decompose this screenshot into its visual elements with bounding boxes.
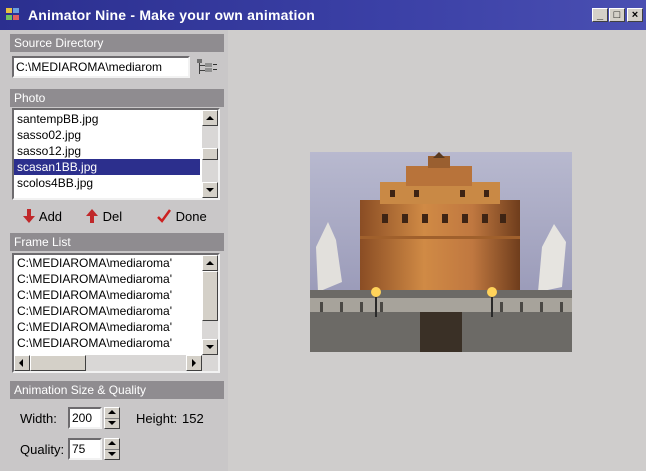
scroll-up-button[interactable] xyxy=(202,110,218,126)
photo-list[interactable]: santempBB.jpg sasso02.jpg sasso12.jpg sc… xyxy=(12,108,220,200)
chevron-up-icon xyxy=(206,116,214,120)
width-stepper[interactable] xyxy=(104,407,120,429)
frame-list-item[interactable]: C:\MEDIAROMA\mediaroma' xyxy=(14,287,200,303)
add-button[interactable]: Add xyxy=(22,206,62,228)
chevron-down-icon xyxy=(108,421,116,425)
photo-list-item[interactable]: santempBB.jpg xyxy=(14,111,200,127)
frame-list-item[interactable]: C:\MEDIAROMA\mediaroma' xyxy=(14,319,200,335)
photo-header: Photo xyxy=(10,89,224,107)
scroll-left-button[interactable] xyxy=(14,355,30,371)
done-button[interactable]: Done xyxy=(156,206,207,228)
frame-list-item[interactable]: C:\MEDIAROMA\mediaroma' xyxy=(14,303,200,319)
app-icon xyxy=(6,8,22,22)
hscroll-thumb[interactable] xyxy=(30,355,86,371)
frame-list-item[interactable]: C:\MEDIAROMA\mediaroma' xyxy=(14,255,200,271)
increment-button[interactable] xyxy=(105,408,119,418)
chevron-left-icon xyxy=(19,359,23,367)
photo-list-item[interactable]: sasso12.jpg xyxy=(14,143,200,159)
source-directory-path: C:\MEDIAROMA\mediarom xyxy=(16,60,163,74)
photo-preview-image xyxy=(310,152,572,352)
quality-label: Quality: xyxy=(20,442,65,457)
preview-area xyxy=(228,30,646,471)
source-directory-field[interactable]: C:\MEDIAROMA\mediarom xyxy=(12,56,190,78)
scroll-down-button[interactable] xyxy=(202,339,218,355)
increment-button[interactable] xyxy=(105,439,119,449)
quality-input[interactable]: 75 xyxy=(68,438,102,460)
chevron-up-icon xyxy=(108,441,116,445)
left-panel: Source Directory C:\MEDIAROMA\mediarom P… xyxy=(0,30,228,471)
maximize-button[interactable]: □ xyxy=(609,8,625,22)
frame-list-header: Frame List xyxy=(10,233,224,251)
app-window: Animator Nine - Make your own animation … xyxy=(0,0,646,471)
add-label: Add xyxy=(38,209,63,224)
frame-list-item[interactable]: C:\MEDIAROMA\mediaroma' xyxy=(14,335,200,351)
minimize-button[interactable]: _ xyxy=(592,8,608,22)
height-label: Height: xyxy=(136,411,178,426)
height-value: 152 xyxy=(182,411,204,426)
frame-list[interactable]: C:\MEDIAROMA\mediaroma' C:\MEDIAROMA\med… xyxy=(12,253,220,373)
close-button[interactable]: × xyxy=(627,8,643,22)
width-label: Width: xyxy=(20,411,57,426)
chevron-down-icon xyxy=(206,188,214,192)
width-input[interactable]: 200 xyxy=(68,407,102,429)
frame-list-hscrollbar[interactable] xyxy=(14,355,218,371)
frame-list-vscrollbar[interactable] xyxy=(202,255,218,355)
photo-list-scrollbar[interactable] xyxy=(202,110,218,198)
arrow-up-icon xyxy=(86,209,98,223)
decrement-button[interactable] xyxy=(105,418,119,429)
chevron-right-icon xyxy=(192,359,196,367)
frame-list-item[interactable]: C:\MEDIAROMA\mediaroma' xyxy=(14,271,200,287)
done-label: Done xyxy=(175,209,207,224)
scroll-up-button[interactable] xyxy=(202,255,218,271)
decrement-button[interactable] xyxy=(105,449,119,460)
folder-tree-icon[interactable] xyxy=(194,56,220,78)
size-quality-header: Animation Size & Quality xyxy=(10,381,224,399)
chevron-up-icon xyxy=(108,410,116,414)
del-label: Del xyxy=(102,209,123,224)
window-title: Animator Nine - Make your own animation xyxy=(28,7,316,23)
title-bar[interactable]: Animator Nine - Make your own animation … xyxy=(0,0,646,30)
scroll-thumb[interactable] xyxy=(202,271,218,321)
chevron-down-icon xyxy=(108,452,116,456)
arrow-down-icon xyxy=(23,209,35,223)
quality-stepper[interactable] xyxy=(104,438,120,460)
chevron-down-icon xyxy=(206,345,214,349)
photo-list-item[interactable]: sasso02.jpg xyxy=(14,127,200,143)
chevron-up-icon xyxy=(206,261,214,265)
del-button[interactable]: Del xyxy=(85,206,122,228)
check-icon xyxy=(157,209,172,223)
scroll-right-button[interactable] xyxy=(186,355,202,371)
scroll-down-button[interactable] xyxy=(202,182,218,198)
scroll-thumb[interactable] xyxy=(202,148,218,160)
source-directory-header: Source Directory xyxy=(10,34,224,52)
photo-list-item-selected[interactable]: scasan1BB.jpg xyxy=(14,159,200,175)
photo-list-item[interactable]: scolos4BB.jpg xyxy=(14,175,200,191)
